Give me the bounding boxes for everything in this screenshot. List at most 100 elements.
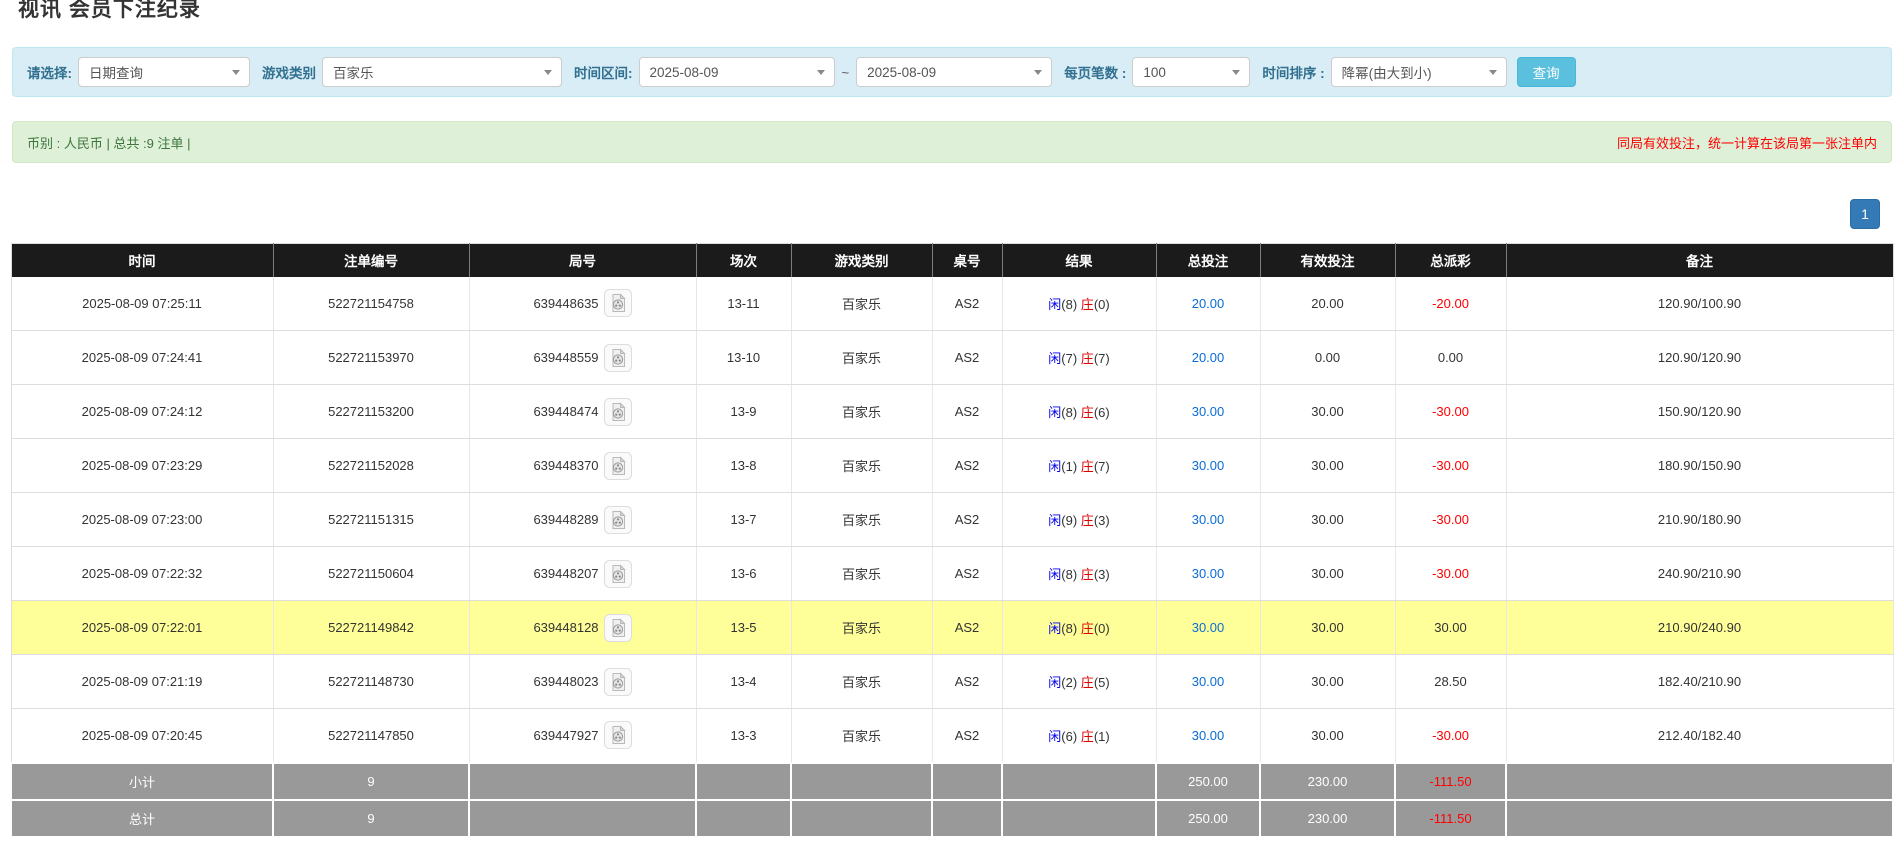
- chevron-down-icon: [544, 70, 552, 75]
- cell-round-id: 639448023: [469, 655, 696, 709]
- cell-total-bet: 20.00: [1156, 331, 1260, 385]
- total-bet-link[interactable]: 30.00: [1192, 512, 1225, 527]
- video-replay-icon[interactable]: [604, 560, 632, 588]
- total-bet-link[interactable]: 30.00: [1192, 620, 1225, 635]
- time-sort-label: 时间排序 :: [1262, 62, 1324, 82]
- time-sort-select[interactable]: 降幂(由大到小): [1331, 57, 1507, 87]
- page-title: 视讯 会员下注纪录: [18, 0, 1902, 23]
- table-row: 2025-08-09 07:21:19522721148730639448023…: [11, 655, 1893, 709]
- game-type-select[interactable]: 百家乐: [322, 57, 562, 87]
- player-label: 闲: [1048, 621, 1061, 636]
- table-row: 2025-08-09 07:23:00522721151315639448289…: [11, 493, 1893, 547]
- cell-table-no: AS2: [932, 493, 1002, 547]
- total-bet-link[interactable]: 30.00: [1192, 728, 1225, 743]
- video-replay-button[interactable]: [604, 506, 632, 534]
- video-replay-button[interactable]: [604, 344, 632, 372]
- subtotal-row-cell: 小计: [11, 763, 273, 800]
- cell-valid-bet: 20.00: [1260, 277, 1395, 331]
- subtotal-row-cell: [791, 763, 932, 800]
- date-from-input[interactable]: 2025-08-09: [639, 57, 835, 87]
- cell-time: 2025-08-09 07:21:19: [11, 655, 273, 709]
- round-id-text: 639448207: [533, 566, 598, 581]
- cell-session: 13-9: [696, 385, 791, 439]
- banker-value: (6): [1094, 405, 1110, 420]
- date-from-value: 2025-08-09: [650, 65, 719, 80]
- total-row-cell: 总计: [11, 800, 273, 837]
- table-row: 2025-08-09 07:25:11522721154758639448635…: [11, 277, 1893, 331]
- player-value: (6): [1061, 729, 1081, 744]
- cell-result: 闲(7) 庄(7): [1002, 331, 1156, 385]
- table-body: 2025-08-09 07:25:11522721154758639448635…: [11, 277, 1893, 763]
- video-replay-icon[interactable]: [604, 398, 632, 426]
- column-header: 局号: [469, 244, 696, 277]
- subtotal-row-cell: 230.00: [1260, 763, 1395, 800]
- video-replay-button[interactable]: [604, 614, 632, 642]
- total-bet-link[interactable]: 30.00: [1192, 458, 1225, 473]
- video-replay-icon[interactable]: [604, 614, 632, 642]
- banker-value: (5): [1094, 675, 1110, 690]
- cell-payout: -30.00: [1395, 547, 1506, 601]
- cell-payout: -30.00: [1395, 709, 1506, 763]
- video-replay-icon[interactable]: [604, 344, 632, 372]
- banker-value: (7): [1094, 459, 1110, 474]
- table-row: 2025-08-09 07:24:12522721153200639448474…: [11, 385, 1893, 439]
- total-bet-link[interactable]: 30.00: [1192, 566, 1225, 581]
- video-replay-icon[interactable]: [604, 506, 632, 534]
- round-id-text: 639448128: [533, 620, 598, 635]
- page-size-select[interactable]: 100: [1132, 57, 1250, 87]
- cell-valid-bet: 30.00: [1260, 547, 1395, 601]
- cell-table-no: AS2: [932, 277, 1002, 331]
- bet-records-table: 时间注单编号局号场次游戏类别桌号结果总投注有效投注总派彩备注 2025-08-0…: [10, 243, 1894, 838]
- table-row: 2025-08-09 07:22:32522721150604639448207…: [11, 547, 1893, 601]
- cell-session: 13-7: [696, 493, 791, 547]
- cell-round-id: 639448207: [469, 547, 696, 601]
- search-button[interactable]: 查询: [1517, 57, 1576, 87]
- video-replay-button[interactable]: [604, 668, 632, 696]
- video-replay-button[interactable]: [604, 289, 632, 317]
- page-button-1[interactable]: 1: [1850, 199, 1880, 229]
- summary-bar: 币别 : 人民币 | 总共 :9 注单 | 同局有效投注，统一计算在该局第一张注…: [12, 121, 1892, 163]
- video-replay-button[interactable]: [604, 398, 632, 426]
- table-row: 2025-08-09 07:22:01522721149842639448128…: [11, 601, 1893, 655]
- banker-label: 庄: [1081, 405, 1094, 420]
- video-replay-icon[interactable]: [604, 452, 632, 480]
- total-row-cell: [696, 800, 791, 837]
- cell-remark: 180.90/150.90: [1506, 439, 1893, 493]
- cell-bet-id: 522721154758: [273, 277, 469, 331]
- cell-remark: 240.90/210.90: [1506, 547, 1893, 601]
- banker-label: 庄: [1081, 729, 1094, 744]
- total-bet-link[interactable]: 20.00: [1192, 350, 1225, 365]
- video-replay-icon[interactable]: [604, 721, 632, 749]
- round-id-wrap: 639448207: [471, 560, 695, 588]
- total-bet-link[interactable]: 30.00: [1192, 674, 1225, 689]
- date-to-input[interactable]: 2025-08-09: [856, 57, 1052, 87]
- cell-payout: 0.00: [1395, 331, 1506, 385]
- cell-round-id: 639448474: [469, 385, 696, 439]
- time-sort-value: 降幂(由大到小): [1342, 62, 1432, 82]
- cell-time: 2025-08-09 07:24:12: [11, 385, 273, 439]
- video-replay-icon[interactable]: [604, 289, 632, 317]
- subtotal-row-cell: [932, 763, 1002, 800]
- player-value: (8): [1061, 621, 1081, 636]
- column-header: 总投注: [1156, 244, 1260, 277]
- cell-bet-id: 522721153970: [273, 331, 469, 385]
- video-replay-icon[interactable]: [604, 668, 632, 696]
- cell-total-bet: 30.00: [1156, 709, 1260, 763]
- cell-session: 13-10: [696, 331, 791, 385]
- query-type-select[interactable]: 日期查询: [78, 57, 250, 87]
- cell-bet-id: 522721148730: [273, 655, 469, 709]
- column-header: 结果: [1002, 244, 1156, 277]
- cell-remark: 120.90/120.90: [1506, 331, 1893, 385]
- video-replay-button[interactable]: [604, 560, 632, 588]
- video-replay-button[interactable]: [604, 452, 632, 480]
- subtotal-row-cell: -111.50: [1395, 763, 1506, 800]
- player-label: 闲: [1048, 675, 1061, 690]
- video-replay-button[interactable]: [604, 721, 632, 749]
- total-bet-link[interactable]: 20.00: [1192, 296, 1225, 311]
- column-header: 注单编号: [273, 244, 469, 277]
- player-label: 闲: [1048, 729, 1061, 744]
- banker-label: 庄: [1081, 567, 1094, 582]
- total-bet-link[interactable]: 30.00: [1192, 404, 1225, 419]
- cell-total-bet: 30.00: [1156, 547, 1260, 601]
- round-id-text: 639448559: [533, 350, 598, 365]
